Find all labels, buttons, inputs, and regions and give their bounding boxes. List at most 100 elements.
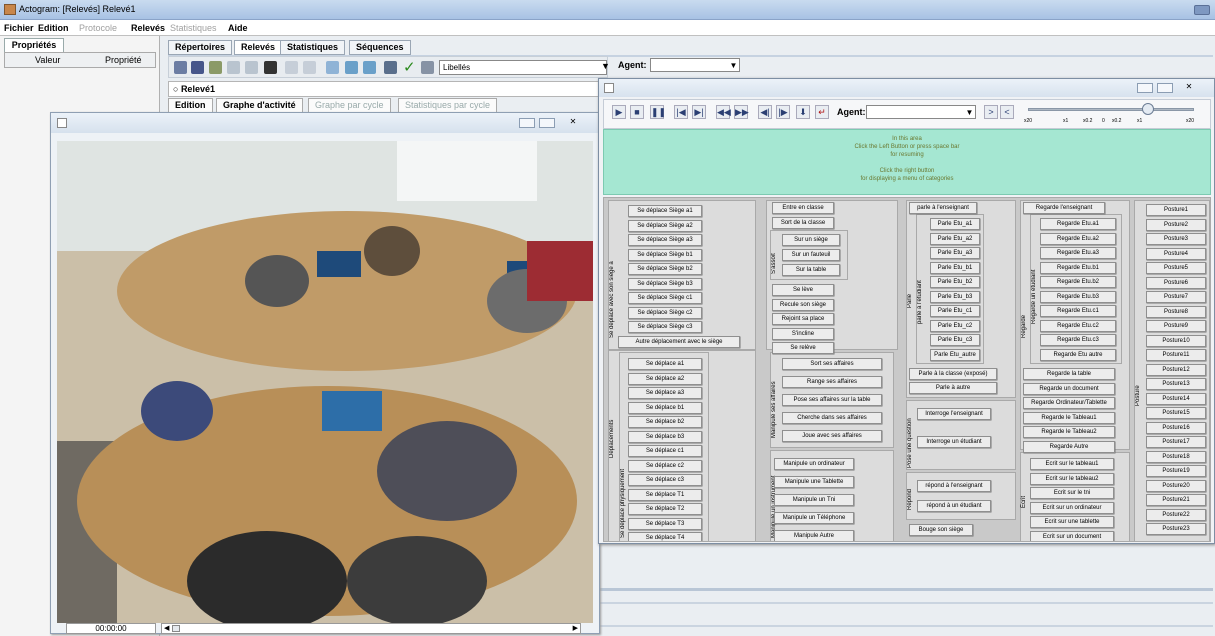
next-icon[interactable]: |▶ bbox=[776, 105, 790, 119]
deplace-button[interactable]: Se déplace T3 bbox=[628, 517, 702, 530]
regarde-etudiant-button[interactable]: Regarde Etu.c3 bbox=[1040, 334, 1116, 346]
posture-button[interactable]: Posture9 bbox=[1146, 320, 1206, 332]
download-icon[interactable]: ⬇ bbox=[796, 105, 810, 119]
play-icon[interactable]: ▶ bbox=[612, 105, 626, 119]
bouge-siege-button[interactable]: Bouge son siège bbox=[909, 524, 973, 536]
tab-graphe-par-cycle[interactable]: Graphe par cycle bbox=[308, 98, 391, 113]
posture-button[interactable]: Posture14 bbox=[1146, 392, 1206, 405]
posture-button[interactable]: Posture8 bbox=[1146, 305, 1206, 318]
manipule-instrument-button[interactable]: Manipule Autre bbox=[774, 530, 854, 541]
stop-icon[interactable]: ■ bbox=[630, 105, 644, 119]
parle-button[interactable]: Parle à la classe (exposé) bbox=[909, 368, 997, 380]
deplace-button[interactable]: Se déplace c2 bbox=[628, 459, 702, 472]
parle-etudiant-button[interactable]: Parle Etu_b1 bbox=[930, 261, 980, 274]
speed-slider[interactable]: x20 x1 x0.2 0 x0.2 x1 x20 bbox=[1022, 103, 1202, 127]
regarde-button[interactable]: Regarde le Tableau1 bbox=[1023, 411, 1115, 424]
scroll-left-icon[interactable]: ◀ bbox=[164, 624, 169, 632]
posture-button[interactable]: Posture5 bbox=[1146, 262, 1206, 274]
assoit-button[interactable]: Sur un fauteuil bbox=[782, 249, 840, 261]
agent-dropdown-icon[interactable]: ▼ bbox=[728, 59, 739, 72]
regarde-etudiant-button[interactable]: Regarde Etu autre bbox=[1040, 348, 1116, 361]
indent-icon[interactable] bbox=[285, 61, 298, 74]
deplace-siege-button[interactable]: Se déplace Siège b2 bbox=[628, 263, 702, 275]
minimize-button[interactable] bbox=[1194, 5, 1210, 15]
regarde-button[interactable]: Regarde un document bbox=[1023, 382, 1115, 395]
parle-etudiant-button[interactable]: Parle Etu_a2 bbox=[930, 232, 980, 245]
tab-proprietes[interactable]: Propriétés bbox=[4, 38, 64, 52]
regarde-button[interactable]: Regarde le Tableau2 bbox=[1023, 426, 1115, 438]
tab-statistiques[interactable]: Statistiques bbox=[280, 40, 346, 55]
search-icon[interactable] bbox=[326, 61, 339, 74]
autre-deplacement-siege-button[interactable]: Autre déplacement avec le siège bbox=[618, 336, 740, 348]
deplace-siege-button[interactable]: Se déplace Siège b1 bbox=[628, 248, 702, 261]
ecrit-button[interactable]: Ecrit sur le tableau2 bbox=[1030, 472, 1114, 485]
manipule-affaires-button[interactable]: Cherche dans ses affaires bbox=[782, 412, 882, 424]
ecrit-button[interactable]: Ecrit sur le tableau1 bbox=[1030, 458, 1114, 470]
speed-slider-thumb[interactable] bbox=[1142, 103, 1154, 115]
tab-graphe-activite[interactable]: Graphe d'activité bbox=[216, 98, 303, 113]
deplace-button[interactable]: Se déplace c3 bbox=[628, 474, 702, 486]
posture-button[interactable]: Posture1 bbox=[1146, 204, 1206, 216]
menu-releves[interactable]: Relevés bbox=[131, 23, 165, 33]
parle-etudiant-button[interactable]: Parle Etu_a3 bbox=[930, 247, 980, 259]
regarde-etudiant-button[interactable]: Regarde Etu.a1 bbox=[1040, 218, 1116, 230]
deplace-button[interactable]: Se déplace T1 bbox=[628, 488, 702, 501]
deplace-button[interactable]: Se déplace b1 bbox=[628, 401, 702, 414]
manipule-instrument-button[interactable]: Manipule un Téléphone bbox=[774, 512, 854, 524]
parle-button[interactable]: Parle à autre bbox=[909, 382, 997, 394]
parle-enseignant-button[interactable]: parle à l'enseignant bbox=[909, 202, 977, 214]
step-forward-icon[interactable]: ▶| bbox=[692, 105, 706, 119]
tab-sequences[interactable]: Séquences bbox=[349, 40, 411, 55]
posture-button[interactable]: Posture3 bbox=[1146, 233, 1206, 245]
posture-button[interactable]: Posture2 bbox=[1146, 218, 1206, 231]
mark-icon[interactable]: ↵ bbox=[815, 105, 829, 119]
ecrit-button[interactable]: Ecrit sur un document bbox=[1030, 530, 1114, 541]
menu-statistiques[interactable]: Statistiques bbox=[170, 23, 217, 33]
parle-etudiant-button[interactable]: Parle Etu_a1 bbox=[930, 218, 980, 230]
deplace-button[interactable]: Se déplace a1 bbox=[628, 358, 702, 370]
classroom-video-frame[interactable] bbox=[57, 141, 593, 623]
tab-edition[interactable]: Edition bbox=[168, 98, 213, 113]
deplace-siege-button[interactable]: Se déplace Siège b3 bbox=[628, 277, 702, 290]
mouvement-button[interactable]: Recule son siège bbox=[772, 298, 834, 311]
menu-fichier[interactable]: Fichier bbox=[4, 23, 34, 33]
posture-button[interactable]: Posture20 bbox=[1146, 479, 1206, 492]
cat-maximize-button[interactable] bbox=[1157, 83, 1173, 93]
cat-close-button[interactable]: ✕ bbox=[1181, 83, 1197, 93]
zoom-out-icon[interactable] bbox=[363, 61, 376, 74]
regarde-etudiant-button[interactable]: Regarde Etu.a3 bbox=[1040, 247, 1116, 259]
posture-button[interactable]: Posture16 bbox=[1146, 421, 1206, 434]
deplace-button[interactable]: Se déplace T2 bbox=[628, 503, 702, 515]
step-back-icon[interactable]: |◀ bbox=[674, 105, 688, 119]
prev-icon[interactable]: ◀| bbox=[758, 105, 772, 119]
posture-button[interactable]: Posture19 bbox=[1146, 465, 1206, 477]
zoom-in-icon[interactable] bbox=[345, 61, 358, 74]
tab-statistiques-par-cycle[interactable]: Statistiques par cycle bbox=[398, 98, 498, 113]
paste-icon[interactable] bbox=[245, 61, 258, 74]
video-maximize-button[interactable] bbox=[539, 118, 555, 128]
manipule-instrument-button[interactable]: Manipule un ordinateur bbox=[774, 458, 854, 470]
calendar-icon[interactable] bbox=[384, 61, 397, 74]
posture-button[interactable]: Posture11 bbox=[1146, 349, 1206, 361]
new-icon[interactable] bbox=[174, 61, 187, 74]
mouvement-button[interactable]: Se relève bbox=[772, 342, 834, 354]
speed-down-button[interactable]: < bbox=[1000, 105, 1014, 119]
mouvement-button[interactable]: S'incline bbox=[772, 327, 834, 340]
posture-button[interactable]: Posture4 bbox=[1146, 247, 1206, 260]
save-icon[interactable] bbox=[264, 61, 277, 74]
libelles-select[interactable]: Libellés bbox=[439, 60, 607, 75]
tab-repertoires[interactable]: Répertoires bbox=[168, 40, 233, 55]
repond-button[interactable]: répond à l'enseignant bbox=[917, 480, 991, 492]
libelles-dropdown-icon[interactable]: ▼ bbox=[601, 61, 610, 71]
resume-area[interactable]: In this area Click the Left Button or pr… bbox=[603, 129, 1211, 195]
posture-button[interactable]: Posture22 bbox=[1146, 508, 1206, 521]
regarde-etudiant-button[interactable]: Regarde Etu.b2 bbox=[1040, 276, 1116, 288]
manipule-affaires-button[interactable]: Joue avec ses affaires bbox=[782, 430, 882, 442]
deplace-siege-button[interactable]: Se déplace Siège a1 bbox=[628, 205, 702, 217]
cat-minimize-button[interactable] bbox=[1137, 83, 1153, 93]
manipule-instrument-button[interactable]: Manipule une Tablette bbox=[774, 476, 854, 488]
classe-button[interactable]: Entre en classe bbox=[772, 202, 834, 214]
classe-button[interactable]: Sort de la classe bbox=[772, 217, 834, 229]
scroll-thumb[interactable] bbox=[172, 625, 180, 632]
regarde-button[interactable]: Regarde Ordinateur/Tablette bbox=[1023, 397, 1115, 409]
